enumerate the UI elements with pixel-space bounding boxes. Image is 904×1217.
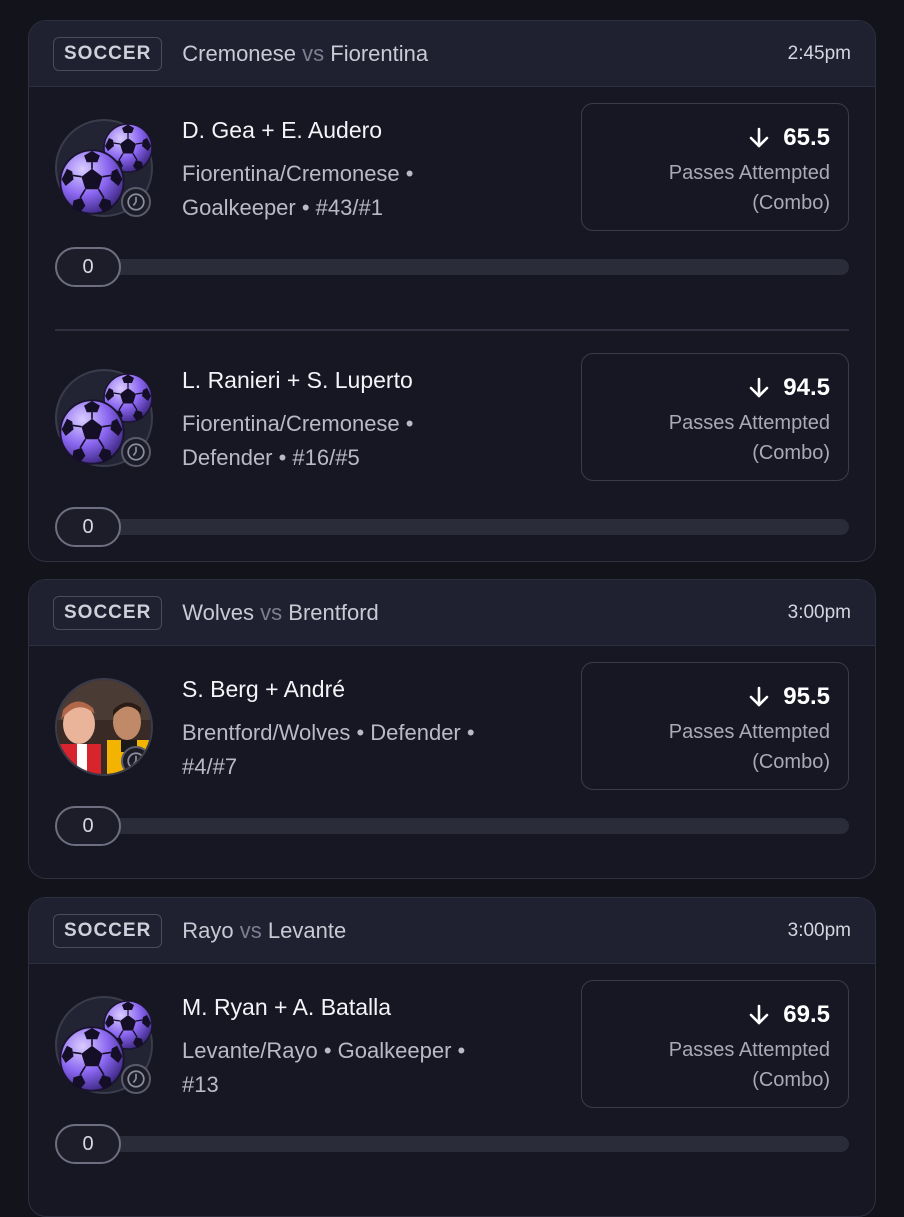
progress-track [55,818,849,834]
clock-icon [121,187,151,217]
line-number: 95.5 [783,683,830,710]
team-a: Wolves [182,599,255,625]
progress-track [55,1136,849,1152]
game-header: SOCCER Wolves vs Brentford 3:00pm [29,580,875,646]
team-a: Rayo [182,917,234,943]
stat-label: Passes Attempted (Combo) [669,1035,830,1095]
pick-row[interactable]: L. Ranieri + S. Luperto Fiorentina/Cremo… [55,329,849,561]
player-team-line: Levante/Rayo • Goalkeeper • [182,1038,466,1063]
projection-line-button[interactable]: 94.5 Passes Attempted (Combo) [581,353,849,481]
down-arrow-icon [747,376,771,400]
player-name: M. Ryan + A. Batalla [182,994,392,1020]
pick-row[interactable]: D. Gea + E. Audero Fiorentina/Cremonese … [29,87,875,329]
team-b: Fiorentina [330,40,429,66]
player-avatar [55,678,153,776]
line-value: 95.5 [747,683,830,711]
progress-track [55,259,849,275]
sport-tag: SOCCER [53,595,163,630]
line-number: 69.5 [783,1001,830,1028]
stat-label: Passes Attempted (Combo) [669,158,830,218]
game-time: 2:45pm [787,42,851,64]
player-avatar [55,996,153,1094]
player-name: S. Berg + André [182,676,346,702]
player-info: Levante/Rayo • Goalkeeper • #13 [182,1034,562,1102]
stat-type: (Combo) [752,192,830,214]
team-b: Levante [267,917,347,943]
player-position-line: #13 [182,1072,219,1097]
stat-label: Passes Attempted (Combo) [669,408,830,468]
stat-type: (Combo) [752,1069,830,1091]
player-info: Brentford/Wolves • Defender • #4/#7 [182,716,562,784]
line-number: 65.5 [783,124,830,151]
projection-line-button[interactable]: 95.5 Passes Attempted (Combo) [581,662,849,790]
line-value: 94.5 [747,374,830,402]
stat-type: (Combo) [752,751,830,773]
stat-label: Passes Attempted (Combo) [669,717,830,777]
stat-name: Passes Attempted [668,1039,830,1061]
stat-name: Passes Attempted [668,162,830,184]
player-team-line: Fiorentina/Cremonese • [182,411,414,436]
game-header: SOCCER Rayo vs Levante 3:00pm [29,898,875,964]
player-position-line: #4/#7 [182,754,238,779]
progress-count: 0 [55,806,121,846]
matchup: Rayo vs Levante [182,918,346,944]
game-card: SOCCER Rayo vs Levante 3:00pm M. Ryan + … [28,897,876,1217]
game-time: 3:00pm [787,919,851,941]
clock-icon [121,1064,151,1094]
pick-row[interactable]: M. Ryan + A. Batalla Levante/Rayo • Goal… [29,964,875,1206]
team-a: Cremonese [182,40,297,66]
game-card: SOCCER Cremonese vs Fiorentina 2:45pm D.… [28,20,876,562]
progress-count: 0 [55,247,121,287]
stat-type: (Combo) [752,442,830,464]
player-team-line: Fiorentina/Cremonese • [182,161,414,186]
player-name: L. Ranieri + S. Luperto [182,367,413,393]
down-arrow-icon [747,685,771,709]
clock-icon [121,437,151,467]
stat-name: Passes Attempted [668,412,830,434]
game-card: SOCCER Wolves vs Brentford 3:00pm S. Ber… [28,579,876,879]
down-arrow-icon [747,126,771,150]
projection-line-button[interactable]: 69.5 Passes Attempted (Combo) [581,980,849,1108]
line-value: 69.5 [747,1001,830,1029]
player-avatar [55,369,153,467]
game-header: SOCCER Cremonese vs Fiorentina 2:45pm [29,21,875,87]
sport-tag: SOCCER [53,36,163,71]
projection-line-button[interactable]: 65.5 Passes Attempted (Combo) [581,103,849,231]
clock-icon [121,746,151,774]
sport-tag: SOCCER [53,913,163,948]
progress-count: 0 [55,1124,121,1164]
down-arrow-icon [747,1003,771,1027]
player-team-line: Brentford/Wolves • Defender • [182,720,475,745]
game-time: 3:00pm [787,601,851,623]
player-info: Fiorentina/Cremonese • Defender • #16/#5 [182,407,482,475]
player-info: Fiorentina/Cremonese • Goalkeeper • #43/… [182,157,482,225]
matchup: Wolves vs Brentford [182,600,378,626]
team-b: Brentford [288,599,379,625]
progress-track [55,519,849,535]
line-value: 65.5 [747,124,830,152]
player-position-line: Defender • #16/#5 [182,445,360,470]
vs-label: vs [302,40,325,66]
line-number: 94.5 [783,374,830,401]
stat-name: Passes Attempted [668,721,830,743]
player-avatar [55,119,153,217]
vs-label: vs [239,917,262,943]
pick-row[interactable]: S. Berg + André Brentford/Wolves • Defen… [29,646,875,878]
matchup: Cremonese vs Fiorentina [182,41,428,67]
player-position-line: Goalkeeper • #43/#1 [182,195,383,220]
progress-count: 0 [55,507,121,547]
vs-label: vs [260,599,283,625]
player-name: D. Gea + E. Audero [182,117,383,143]
